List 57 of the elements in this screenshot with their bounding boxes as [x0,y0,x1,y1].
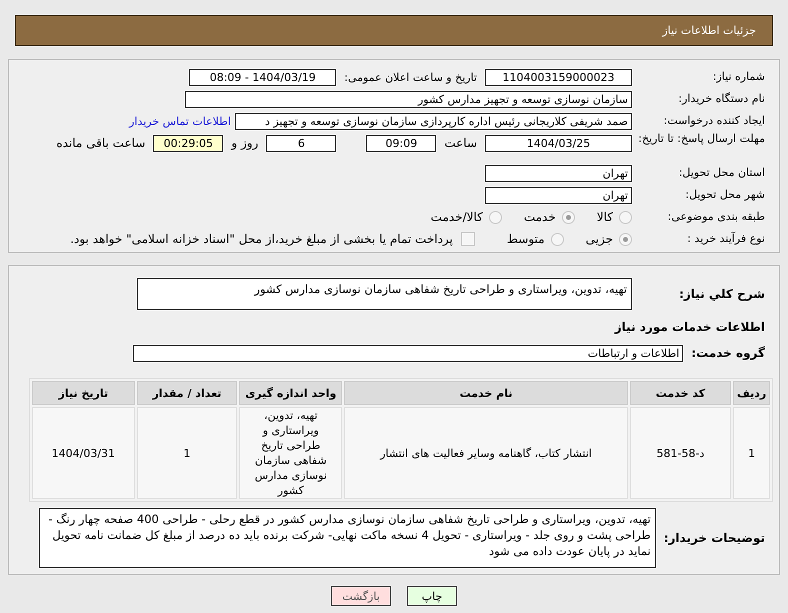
table-cell: انتشار کتاب، گاهنامه وسایر فعالیت های انتشار [344,407,628,499]
field-label: شماره نیاز: [712,70,765,84]
radio-button[interactable] [619,232,632,246]
radio-button[interactable] [619,210,632,224]
need-number-field[interactable]: 1104003159000023 [485,68,632,86]
radio-button[interactable] [488,210,502,224]
deadline-time-field[interactable]: 09:09 [366,135,436,152]
field-label: ساعت [444,135,477,152]
field-label: نوع فرآیند خرید : [686,232,765,246]
field-label: ساعت باقی مانده [56,135,146,152]
column-header: واحد اندازه گیری [239,381,342,405]
radio-option[interactable]: کالا [596,210,632,224]
field-label: روز و [231,135,258,152]
column-header: کد خدمت [630,381,732,405]
province-field[interactable]: تهران [485,164,632,182]
column-header: نام خدمت [344,381,628,405]
back-button[interactable]: بازگشت [331,586,391,606]
field-label: گروه خدمت: [691,346,765,360]
table-cell: 1 [136,407,238,499]
announce-date-field[interactable]: 1404/03/19 - 08:09 [189,68,336,86]
radio-option[interactable]: کالا/خدمت [430,210,502,224]
field-label: استان محل تحویل: [678,166,765,180]
deadline-date-field[interactable]: 1404/03/25 [485,135,632,152]
field-label: شرح کلي نیاز: [678,286,765,302]
column-header: تاریخ نیاز [32,381,135,405]
radio-option[interactable]: جزیی [586,232,632,246]
radio-option[interactable]: خدمت [524,210,575,224]
buyer-org-field[interactable]: سازمان نوسازی توسعه و تجهیز مدارس کشور [185,90,632,108]
field-label: توضیحات خریدار: [664,530,765,546]
field-label: نام دستگاه خریدار: [677,92,765,106]
section-title: اطلاعات خدمات مورد نیاز [613,319,766,336]
table-cell: 1404/03/31 [32,407,135,499]
field-label: ایجاد کننده درخواست: [662,114,765,128]
city-field[interactable]: تهران [485,186,632,204]
table-cell: 1 [733,407,770,499]
table-cell: تهیه، تدوین، ویراستاری و طراحی تاریخ شفاهی سازمان نوسازی مدارس کشور [239,407,342,499]
checkbox-label: پرداخت تمام یا بخشی از مبلغ خرید،از محل "اسناد خزانه اسلامی" خواهد بود. [70,232,453,246]
buyer-notes-textarea[interactable]: تهیه، تدوین، ویراستاری و طراحی تاریخ شفاهی سازمان نوسازی مدارس کشور در قطع رحلی - طراحی 400 صفحه چهار رنگ - طراحی پشت و روی جلد - ویراستاری - تحویل 4 نسخه ماکت نهایی- شرکت برنده باید ده درصد از مبلغ کل ضمانت نامه تحویل نماید در پایان عودت داده می شود [38,508,656,568]
field-label: تاریخ و ساعت اعلان عمومی: [344,70,477,84]
radio-option[interactable]: متوسط [506,232,564,246]
radio-button[interactable] [562,210,575,224]
checkbox[interactable] [460,232,475,246]
radio-button[interactable] [550,232,564,246]
creator-field[interactable]: صمد شریفی کلاریجانی رئیس اداره کارپردازی سازمان نوسازی توسعه و تجهیز د [235,112,632,130]
print-button[interactable]: چاپ [407,586,457,606]
summary-textarea[interactable]: تهیه، تدوین، ویراستاری و طراحی تاریخ شفاهی سازمان نوسازی مدارس کشور [137,278,632,310]
remaining-time-field[interactable]: 00:29:05 [153,135,224,152]
contact-link[interactable]: اطلاعات تماس خریدار [129,114,231,128]
service-group-field[interactable]: اطلاعات و ارتباطات [133,344,684,362]
field-label: شهر محل تحویل: [684,188,765,202]
column-header: ردیف [733,381,770,405]
days-field[interactable]: 6 [266,135,336,152]
field-label: مهلت ارسال پاسخ: تا تاریخ: [637,132,765,146]
table-cell: د-58-581 [630,407,732,499]
field-label: طبقه بندی موضوعی: [666,210,765,224]
column-header: تعداد / مقدار [136,381,238,405]
page-title: جزئیات اطلاعات نیاز [662,24,756,37]
